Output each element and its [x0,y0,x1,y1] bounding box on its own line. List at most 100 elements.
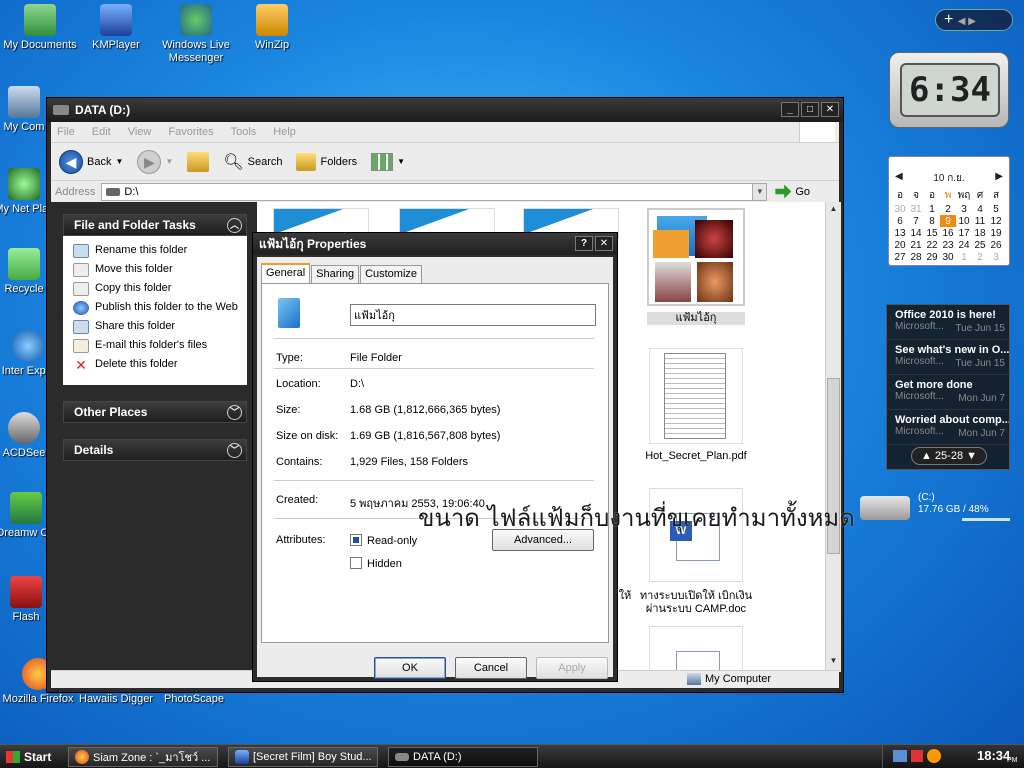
collapse-icon[interactable]: ︿ [227,218,242,233]
tab-general[interactable]: General [261,263,311,283]
other-places-header[interactable]: Other Places ﹀ [63,401,247,423]
calendar-day[interactable]: 8 [924,215,940,227]
calendar-day-today[interactable]: 9 [940,215,956,227]
calendar-gadget[interactable]: ◀ 10 ก.ย. ▶ อ จ อ พ พฤ ศ ส 30 31 1 2 3 4… [888,156,1010,266]
cancel-button[interactable]: Cancel [455,657,527,679]
calendar-day[interactable]: 17 [956,227,972,239]
calendar-day[interactable]: 2 [940,203,956,215]
app-tray-icon[interactable] [927,749,941,763]
file-folder-tasks-header[interactable]: File and Folder Tasks ︿ [63,214,247,236]
scroll-down-icon[interactable]: ▼ [827,656,840,670]
explorer-titlebar[interactable]: DATA (D:) _ □ ✕ [47,98,843,122]
tab-customize[interactable]: Customize [360,265,423,283]
prev-month-icon[interactable]: ◀ [895,171,903,182]
calendar-day[interactable]: 23 [940,239,956,251]
feed-item[interactable]: Office 2010 is here! Microsoft... Tue Ju… [887,305,1009,340]
hidden-checkbox[interactable]: Hidden [350,557,402,570]
close-button[interactable]: ✕ [821,102,839,117]
folders-button[interactable]: Folders [292,147,361,177]
taskbar-item-explorer[interactable]: DATA (D:) [388,747,538,767]
calendar-day[interactable]: 31 [908,203,924,215]
next-month-icon[interactable]: ▶ [995,171,1003,182]
up-folder-button[interactable] [183,147,213,177]
menu-view[interactable]: View [128,126,152,138]
expand-icon[interactable]: ﹀ [227,405,242,420]
calendar-day[interactable]: 11 [972,215,988,227]
calendar-day[interactable]: 20 [892,239,908,251]
vertical-scrollbar[interactable]: ▲ ▼ [825,202,841,672]
clock-time[interactable]: 18:34 [977,748,1010,763]
calendar-day[interactable]: 28 [908,251,924,263]
taskbar-item-player[interactable]: [Secret Film] Boy Stud... [228,747,378,767]
chevron-down-icon[interactable]: ▼ [752,183,767,200]
feed-pager[interactable]: ▲ 25-28 ▼ [911,447,987,465]
calendar-day[interactable]: 7 [908,215,924,227]
readonly-checkbox[interactable]: Read-only [350,534,417,547]
folder-thumbnail-selected[interactable] [647,208,745,306]
calendar-day[interactable]: 29 [924,251,940,263]
menu-help[interactable]: Help [273,126,296,138]
start-button[interactable]: Start [2,747,58,767]
back-button[interactable]: ◀ Back ▼ [55,147,127,177]
calendar-day[interactable]: 26 [988,239,1004,251]
properties-dialog[interactable]: แฟ้มไอ้กุ Properties ? ✕ General Sharing… [252,232,618,682]
task-copy-folder[interactable]: Copy this folder [73,282,241,296]
scroll-up-icon[interactable]: ▲ [827,204,840,218]
calendar-day[interactable]: 25 [972,239,988,251]
calendar-day[interactable]: 19 [988,227,1004,239]
task-publish-folder[interactable]: Publish this folder to the Web [73,301,241,315]
apply-button[interactable]: Apply [536,657,608,679]
calendar-day[interactable]: 27 [892,251,908,263]
calendar-day[interactable]: 5 [988,203,1004,215]
calendar-day[interactable]: 14 [908,227,924,239]
calendar-day[interactable]: 3 [956,203,972,215]
task-share-folder[interactable]: Share this folder [73,320,241,334]
calendar-day[interactable]: 1 [956,251,972,263]
flag-tray-icon[interactable] [911,750,923,762]
calendar-day[interactable]: 6 [892,215,908,227]
pdf-thumbnail[interactable] [649,348,743,444]
menu-favorites[interactable]: Favorites [168,126,213,138]
desktop-icon-my-documents[interactable]: My Documents [0,4,80,52]
calendar-day[interactable]: 1 [924,203,940,215]
go-button[interactable]: Go [775,184,810,199]
menu-tools[interactable]: Tools [231,126,257,138]
task-email-files[interactable]: E-mail this folder's files [73,339,241,353]
calendar-day[interactable]: 10 [956,215,972,227]
taskbar-item-firefox[interactable]: Siam Zone : `_มาโชว์ ... [68,747,218,767]
help-button[interactable]: ? [575,236,593,251]
calendar-day[interactable]: 12 [988,215,1004,227]
task-rename-folder[interactable]: Rename this folder [73,244,241,258]
calendar-day[interactable]: 2 [972,251,988,263]
calendar-day[interactable]: 22 [924,239,940,251]
tab-sharing[interactable]: Sharing [311,265,360,283]
feed-item[interactable]: Worried about comp... Microsoft... Mon J… [887,410,1009,445]
dialog-close-button[interactable]: ✕ [595,236,613,251]
calendar-day[interactable]: 16 [940,227,956,239]
details-header[interactable]: Details ﹀ [63,439,247,461]
forward-button[interactable]: ▶ ▼ [133,147,177,177]
calendar-day[interactable]: 24 [956,239,972,251]
prev-page-icon[interactable]: ▲ [921,450,932,462]
calendar-day[interactable]: 18 [972,227,988,239]
sidebar-control[interactable]: + ◀ ▶ [935,9,1013,31]
desktop-icon-winzip[interactable]: WinZip [232,4,312,52]
task-move-folder[interactable]: Move this folder [73,263,241,277]
feed-headlines-gadget[interactable]: Office 2010 is here! Microsoft... Tue Ju… [886,304,1010,470]
network-tray-icon[interactable] [893,750,907,762]
calendar-day[interactable]: 3 [988,251,1004,263]
calendar-day[interactable]: 30 [940,251,956,263]
doc-thumbnail[interactable] [649,626,743,672]
folder-name-input[interactable] [350,304,596,326]
next-page-icon[interactable]: ▼ [966,450,977,462]
task-delete-folder[interactable]: ✕ Delete this folder [73,358,241,372]
dialog-titlebar[interactable]: แฟ้มไอ้กุ Properties ? ✕ [253,233,617,255]
menu-file[interactable]: File [57,126,75,138]
minimize-button[interactable]: _ [781,102,799,117]
menu-edit[interactable]: Edit [92,126,111,138]
search-button[interactable]: 🔍︎ Search [219,147,286,177]
calendar-day[interactable]: 30 [892,203,908,215]
feed-item[interactable]: Get more done Microsoft... Mon Jun 7 [887,375,1009,410]
clock-gadget[interactable]: 6:34 [889,52,1009,128]
maximize-button[interactable]: □ [801,102,819,117]
